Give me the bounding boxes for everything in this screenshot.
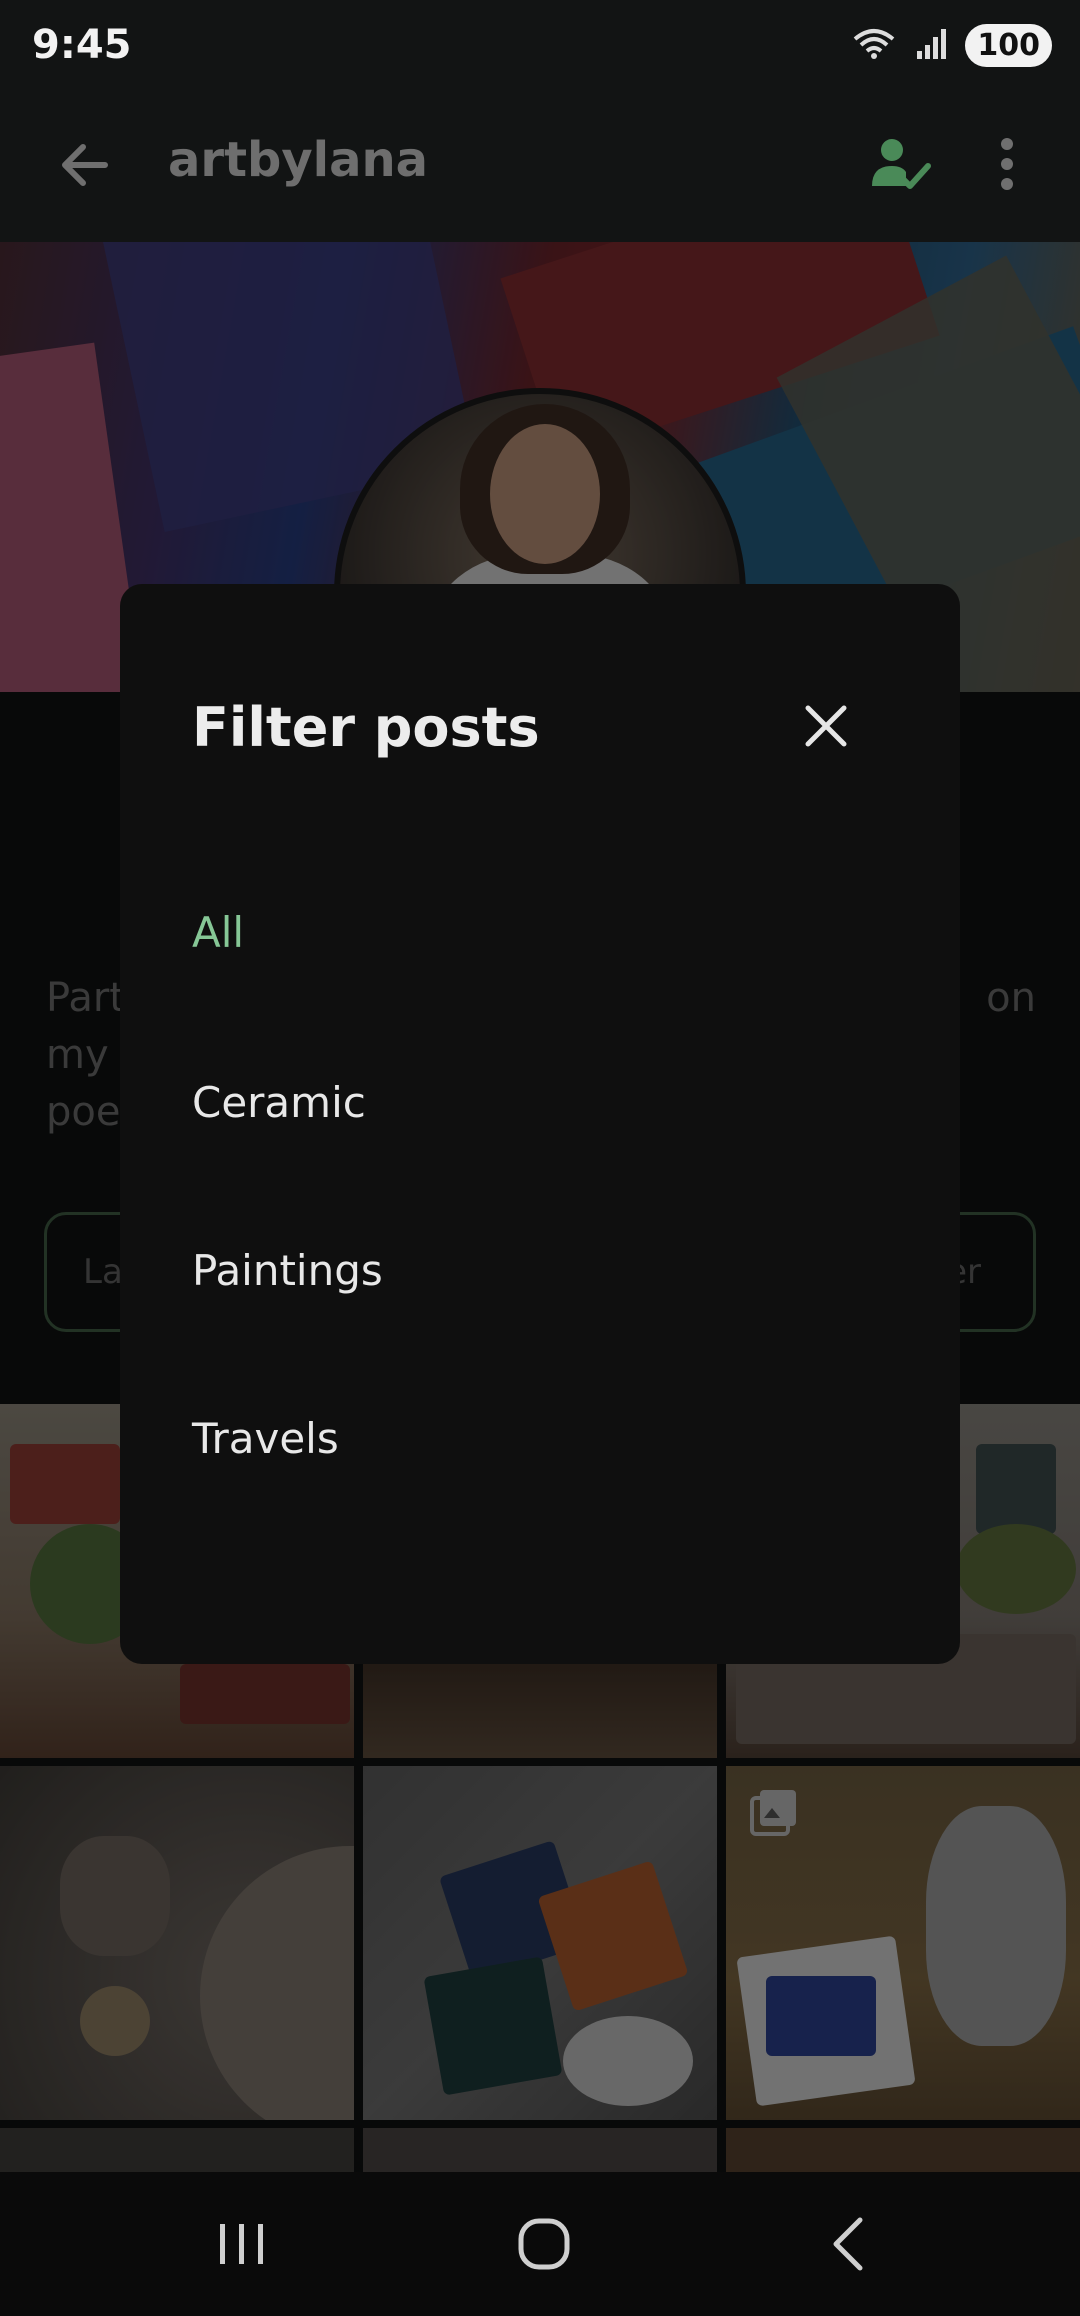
recent-apps-button[interactable] (192, 2202, 292, 2286)
filter-option-all[interactable]: All (192, 882, 892, 982)
close-icon (805, 705, 847, 747)
filter-option-ceramic[interactable]: Ceramic (192, 1052, 892, 1152)
arrow-left-icon (62, 144, 108, 186)
filter-option-travels[interactable]: Travels (192, 1388, 892, 1488)
system-nav-bar (0, 2172, 1080, 2316)
recent-apps-icon (220, 2224, 263, 2264)
dialog-title: Filter posts (192, 696, 540, 759)
home-icon (518, 2218, 570, 2270)
filter-posts-dialog: Filter posts All Ceramic Paintings Trave… (120, 584, 960, 1664)
wifi-icon (851, 27, 897, 65)
person-check-icon (872, 139, 931, 189)
close-button[interactable] (784, 684, 868, 768)
more-options-button[interactable] (982, 128, 1032, 200)
home-button[interactable] (494, 2202, 594, 2286)
system-back-button[interactable] (798, 2202, 898, 2286)
filter-option-paintings[interactable]: Paintings (192, 1220, 892, 1320)
app-root: 9:45 100 artbylana Part on my poe La er … (0, 0, 1080, 2316)
chevron-left-icon (833, 2217, 863, 2271)
battery-indicator: 100 (965, 24, 1052, 67)
signal-icon (915, 27, 947, 65)
following-button[interactable] (864, 128, 936, 200)
back-button[interactable] (50, 130, 120, 200)
status-icons: 100 (851, 24, 1052, 67)
profile-title: artbylana (168, 132, 429, 188)
more-vertical-icon (1001, 138, 1013, 190)
status-time: 9:45 (32, 22, 132, 68)
status-bar: 9:45 100 (0, 0, 1080, 100)
top-app-bar: artbylana (0, 100, 1080, 242)
